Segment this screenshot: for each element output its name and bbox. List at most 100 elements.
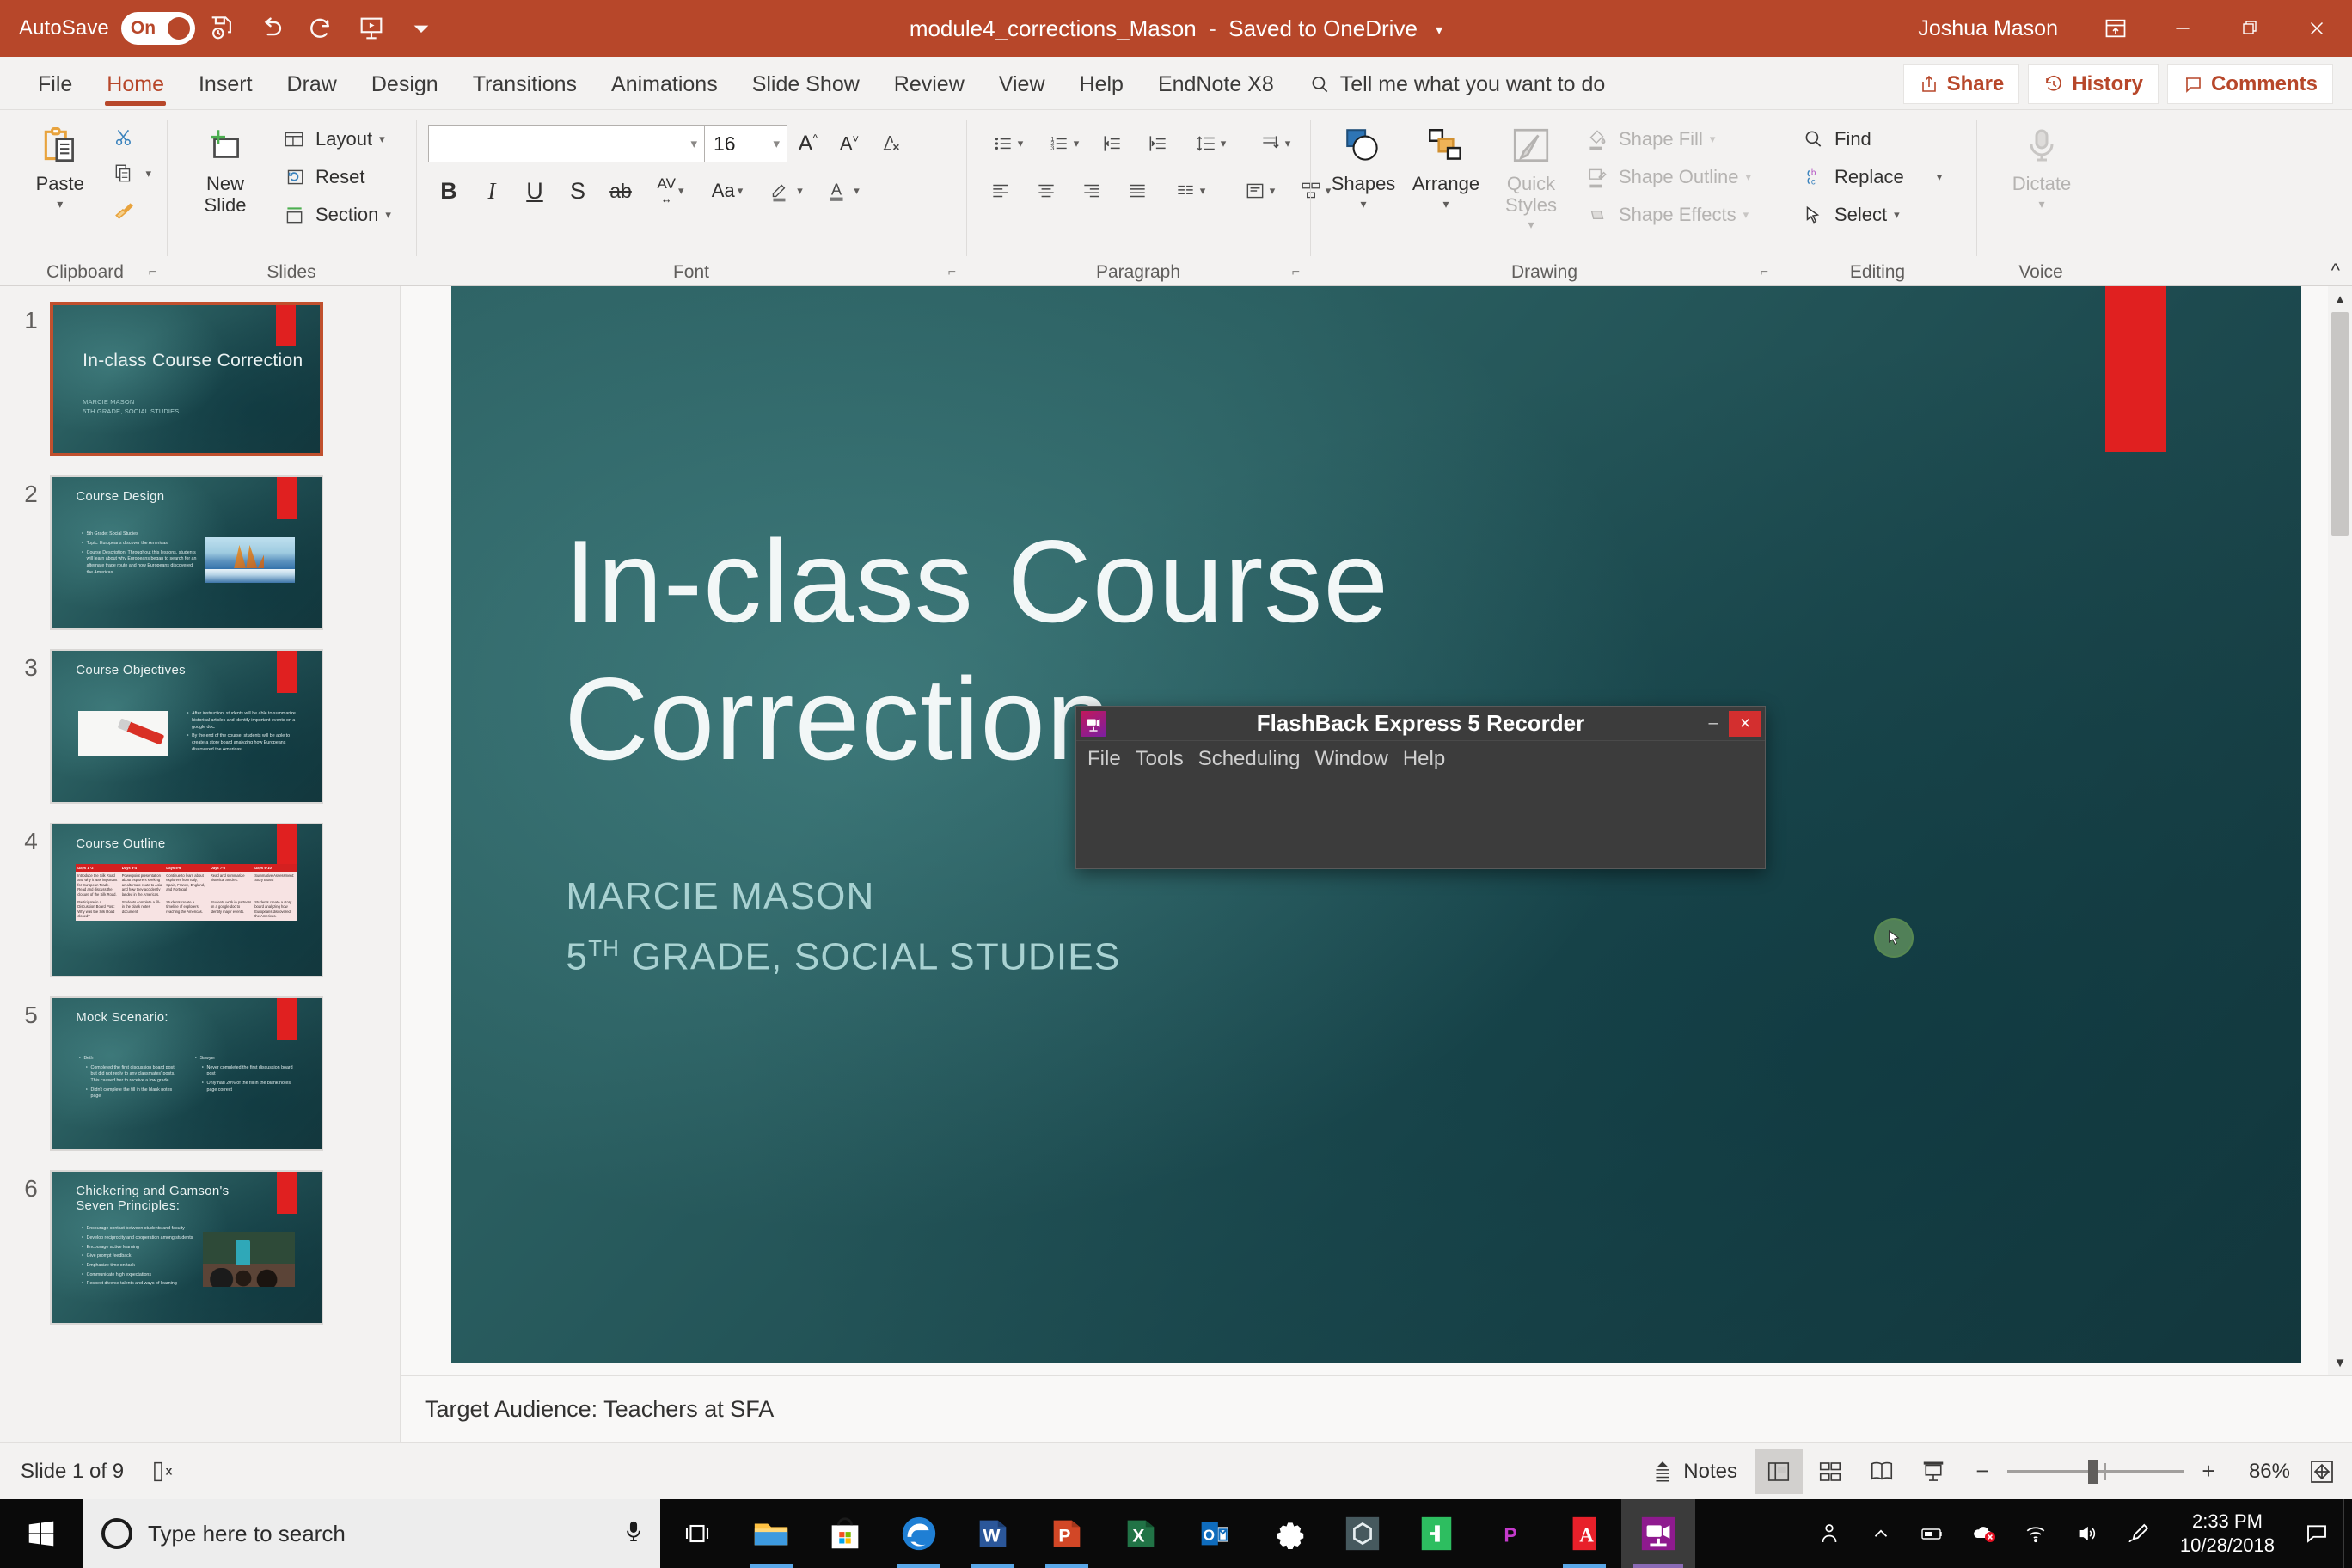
- text-highlight-caret-icon[interactable]: ▾: [797, 184, 803, 198]
- restore-button[interactable]: [2218, 0, 2282, 57]
- columns-caret-icon[interactable]: ▾: [1200, 184, 1206, 198]
- scrollbar-thumb[interactable]: [2331, 312, 2349, 536]
- shapes-button[interactable]: Shapes ▾: [1322, 119, 1405, 215]
- tab-review[interactable]: Review: [877, 59, 982, 109]
- arrange-caret-icon[interactable]: ▾: [1442, 197, 1449, 211]
- flashback-menu-window[interactable]: Window: [1314, 747, 1387, 771]
- reading-view-button[interactable]: [1858, 1449, 1906, 1494]
- slide-thumbnail[interactable]: Course Outline Days 1 -2 Days 3-4 Days 5…: [50, 823, 323, 977]
- microsoft-excel-icon[interactable]: X: [1104, 1499, 1178, 1568]
- layout-caret-icon[interactable]: ▾: [379, 132, 385, 146]
- start-presentation-icon[interactable]: [348, 6, 395, 51]
- character-spacing-button[interactable]: AV ↔ ▾: [643, 171, 698, 211]
- flashback-close-button[interactable]: ×: [1729, 710, 1761, 737]
- text-highlight-color-button[interactable]: ▾: [756, 171, 812, 211]
- scroll-up-arrow-icon[interactable]: ▲: [2328, 286, 2352, 312]
- slide-subtitle-grade[interactable]: 5TH GRADE, SOCIAL STUDIES: [566, 935, 1120, 979]
- numbering-button[interactable]: 1 2 3 ▾: [1034, 124, 1089, 163]
- slide-thumbnail[interactable]: Chickering and Gamson's Seven Principles…: [50, 1170, 323, 1325]
- comments-button[interactable]: Comments: [2166, 64, 2333, 104]
- pen-menu-icon[interactable]: [2113, 1499, 2165, 1568]
- microsoft-edge-icon[interactable]: [882, 1499, 956, 1568]
- italic-button[interactable]: I: [471, 171, 512, 211]
- font-dialog-launcher[interactable]: ⌐: [948, 265, 956, 280]
- microsoft-powerpoint-icon[interactable]: P: [1030, 1499, 1104, 1568]
- clear-formatting-button[interactable]: [870, 124, 911, 163]
- new-slide-button[interactable]: New Slide: [179, 119, 272, 219]
- tab-home[interactable]: Home: [89, 59, 181, 109]
- zoom-slider-handle[interactable]: [2088, 1459, 2098, 1484]
- shape-outline-caret-icon[interactable]: ▾: [1745, 170, 1751, 184]
- section-caret-icon[interactable]: ▾: [385, 208, 391, 222]
- microsoft-outlook-icon[interactable]: O: [1178, 1499, 1252, 1568]
- slide-vertical-scrollbar[interactable]: ▲ ▼: [2328, 286, 2352, 1375]
- nvidia-geforce-icon[interactable]: [1326, 1499, 1400, 1568]
- flashback-recorder-window[interactable]: FlashBack Express 5 Recorder – × File To…: [1075, 706, 1766, 869]
- columns-button[interactable]: ▾: [1161, 171, 1216, 211]
- undo-icon[interactable]: [248, 6, 295, 51]
- onedrive-error-icon[interactable]: [1958, 1499, 2010, 1568]
- taskbar-clock[interactable]: 2:33 PM 10/28/2018: [2165, 1510, 2290, 1558]
- scrollbar-track[interactable]: [2328, 312, 2352, 1350]
- tab-animations[interactable]: Animations: [594, 59, 735, 109]
- font-color-caret-icon[interactable]: ▾: [854, 184, 860, 198]
- slide-thumbnail[interactable]: In-class Course Correction MARCIE MASON …: [50, 302, 323, 456]
- evernote-icon[interactable]: [1400, 1499, 1473, 1568]
- flashback-title-bar[interactable]: FlashBack Express 5 Recorder – ×: [1076, 707, 1765, 741]
- copy-caret-icon[interactable]: ▾: [145, 167, 151, 181]
- thumbnail-item-2[interactable]: 2 Course Design 5th Grade: Social Studie…: [0, 475, 400, 649]
- cut-button[interactable]: [104, 120, 156, 155]
- battery-icon[interactable]: [1907, 1499, 1958, 1568]
- scroll-down-arrow-icon[interactable]: ▼: [2328, 1350, 2352, 1375]
- notes-pane[interactable]: Target Audience: Teachers at SFA: [401, 1375, 2352, 1442]
- tell-me-search[interactable]: Tell me what you want to do: [1308, 59, 1605, 109]
- change-case-button[interactable]: Aa ▾: [700, 171, 755, 211]
- tab-transitions[interactable]: Transitions: [456, 59, 594, 109]
- align-text-caret-icon[interactable]: ▾: [1270, 184, 1276, 198]
- collapse-ribbon-button[interactable]: ^: [2331, 260, 2340, 282]
- text-shadow-button[interactable]: S: [557, 171, 598, 211]
- font-color-button[interactable]: A ▾: [813, 171, 868, 211]
- tab-endnote-x8[interactable]: EndNote X8: [1141, 59, 1291, 109]
- cortana-mic-icon[interactable]: [621, 1519, 646, 1549]
- zoom-in-button[interactable]: +: [2194, 1455, 2223, 1489]
- minimize-button[interactable]: [2151, 0, 2214, 57]
- microsoft-store-icon[interactable]: [808, 1499, 882, 1568]
- shape-fill-button[interactable]: Shape Fill ▾: [1575, 120, 1759, 157]
- line-spacing-button[interactable]: ▾: [1181, 124, 1236, 163]
- zoom-out-button[interactable]: −: [1968, 1455, 1997, 1489]
- flashback-menu-tools[interactable]: Tools: [1136, 747, 1184, 771]
- thumbnail-item-1[interactable]: 1 In-class Course Correction MARCIE MASO…: [0, 302, 400, 475]
- paste-caret-icon[interactable]: ▾: [57, 197, 63, 211]
- microsoft-word-icon[interactable]: W: [956, 1499, 1030, 1568]
- select-caret-icon[interactable]: ▾: [1894, 208, 1900, 222]
- network-icon[interactable]: [2010, 1499, 2061, 1568]
- show-desktop-button[interactable]: [2343, 1499, 2352, 1568]
- slide-thumbnail[interactable]: Mock Scenario: Beth Completed the first …: [50, 996, 323, 1151]
- clipboard-dialog-launcher[interactable]: ⌐: [149, 265, 156, 280]
- slide-thumbnail[interactable]: Course Objectives After instruction, stu…: [50, 649, 323, 804]
- font-name-caret-icon[interactable]: ▾: [690, 136, 697, 151]
- copy-button[interactable]: ▾: [104, 156, 156, 191]
- tab-design[interactable]: Design: [354, 59, 456, 109]
- shape-effects-caret-icon[interactable]: ▾: [1743, 208, 1749, 222]
- show-hidden-icons-chevron[interactable]: [1855, 1499, 1907, 1568]
- tab-view[interactable]: View: [982, 59, 1063, 109]
- file-explorer-icon[interactable]: [734, 1499, 808, 1568]
- slide-thumbnail[interactable]: Course Design 5th Grade: Social Studies …: [50, 475, 323, 630]
- notes-text[interactable]: Target Audience: Teachers at SFA: [425, 1396, 774, 1423]
- paste-button[interactable]: Paste ▾: [15, 119, 104, 215]
- layout-button[interactable]: Layout ▾: [272, 120, 399, 157]
- quick-styles-button[interactable]: Quick Styles ▾: [1487, 119, 1575, 236]
- strikethrough-button[interactable]: ab: [600, 171, 641, 211]
- thumbnail-item-4[interactable]: 4 Course Outline Days 1 -2 Days 3-4 Days…: [0, 823, 400, 996]
- settings-icon[interactable]: [1252, 1499, 1326, 1568]
- tab-draw[interactable]: Draw: [270, 59, 354, 109]
- volume-icon[interactable]: [2061, 1499, 2113, 1568]
- zoom-percentage[interactable]: 86%: [2233, 1460, 2290, 1484]
- fit-slide-to-window-button[interactable]: [2300, 1452, 2343, 1491]
- flashback-express-icon[interactable]: [1621, 1499, 1695, 1568]
- thumbnail-item-5[interactable]: 5 Mock Scenario: Beth Completed the firs…: [0, 996, 400, 1170]
- format-painter-button[interactable]: [104, 193, 156, 227]
- font-name-input[interactable]: ▾: [428, 125, 705, 162]
